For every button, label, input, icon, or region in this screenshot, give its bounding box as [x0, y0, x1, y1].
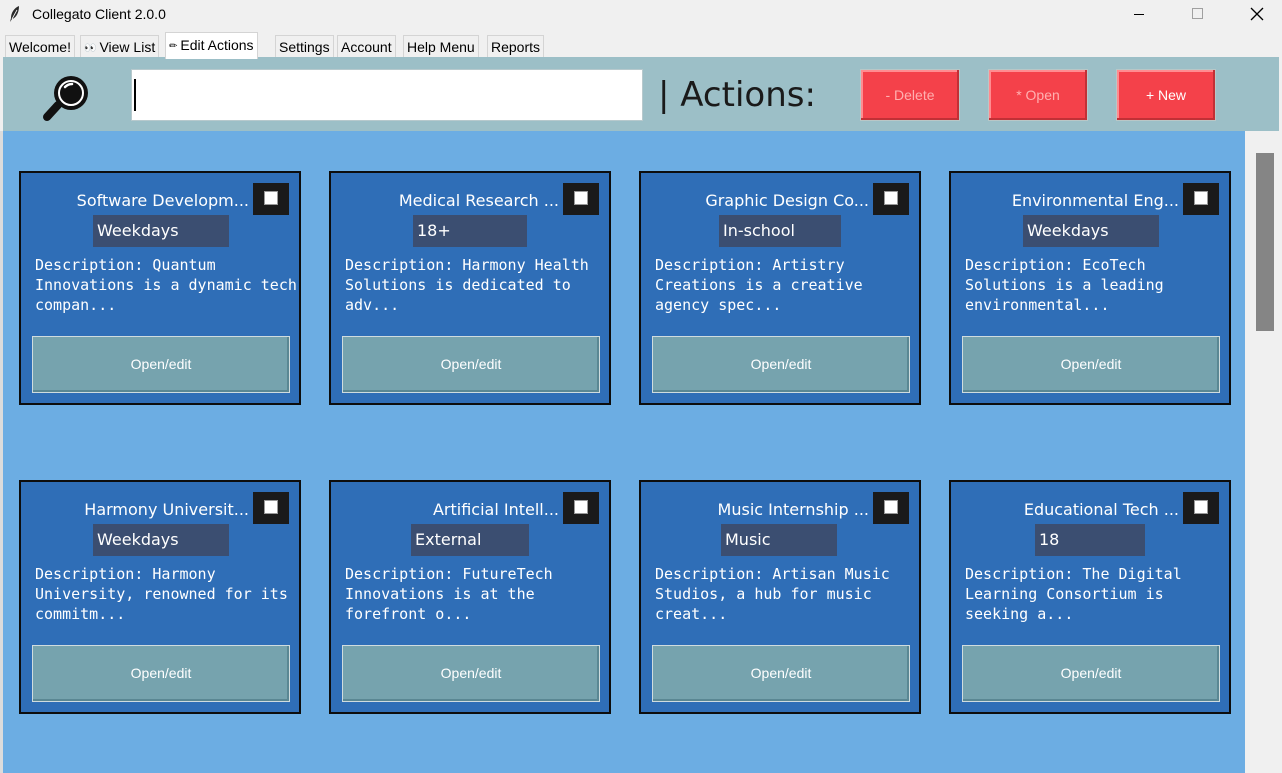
tab-account[interactable]: Account [337, 35, 396, 58]
card-description: Description: The Digital Learning Consor… [965, 565, 1182, 623]
tab-view-list[interactable]: 👀 View List [80, 35, 160, 58]
card-tag: Music [721, 524, 837, 556]
search-input[interactable] [131, 69, 643, 121]
tab-label: Account [341, 39, 392, 55]
card-title: Artificial Intell... [432, 500, 559, 519]
open-edit-button[interactable]: Open/edit [652, 645, 910, 702]
card-title: Environmental Eng... [1011, 191, 1179, 210]
card-checkbox[interactable] [563, 492, 599, 524]
tab-label: Help Menu [407, 39, 475, 55]
card-title: Software Developm... [76, 191, 249, 210]
checkbox-box [884, 500, 898, 514]
card-description: Description: EcoTech Solutions is a lead… [965, 256, 1164, 314]
eyes-icon: 👀 [84, 43, 97, 54]
action-card: Harmony Universit... Weekdays Descriptio… [19, 480, 301, 714]
card-tag: In-school [719, 215, 841, 247]
action-card: Artificial Intell... External Descriptio… [329, 480, 611, 714]
open-edit-button[interactable]: Open/edit [962, 645, 1220, 702]
card-tag: 18+ [413, 215, 527, 247]
feather-icon [10, 6, 19, 22]
checkbox-box [884, 191, 898, 205]
card-checkbox[interactable] [1183, 492, 1219, 524]
open-button[interactable]: * Open [988, 69, 1088, 121]
card-title: Music Internship ... [717, 500, 869, 519]
card-tag: Weekdays [93, 524, 229, 556]
card-title: Graphic Design Co... [705, 191, 869, 210]
tab-label: Welcome! [9, 39, 71, 55]
action-card: Educational Tech ... 18 Description: The… [949, 480, 1231, 714]
tab-edit-actions[interactable]: ✏ Edit Actions [165, 32, 258, 59]
card-checkbox[interactable] [253, 183, 289, 215]
open-edit-button[interactable]: Open/edit [962, 336, 1220, 393]
card-title: Harmony Universit... [84, 500, 249, 519]
maximize-icon [1192, 8, 1203, 19]
window-title: Collegato Client 2.0.0 [32, 6, 166, 22]
tab-label: Reports [491, 39, 541, 55]
checkbox-box [264, 500, 278, 514]
card-checkbox[interactable] [873, 492, 909, 524]
action-card: Music Internship ... Music Description: … [639, 480, 921, 714]
action-card: Graphic Design Co... In-school Descripti… [639, 171, 921, 405]
card-checkbox[interactable] [253, 492, 289, 524]
card-description: Description: Harmony Health Solutions is… [345, 256, 589, 314]
card-title: Educational Tech ... [1023, 500, 1179, 519]
card-tag: Weekdays [93, 215, 229, 247]
tab-help-menu[interactable]: Help Menu [403, 35, 479, 58]
tab-label: Settings [279, 39, 330, 55]
tab-bar: Welcome! 👀 View List ✏ Edit Actions Settin… [0, 30, 1282, 59]
vertical-scrollbar[interactable] [1246, 131, 1282, 773]
minimize-button[interactable] [1116, 0, 1162, 30]
close-button[interactable] [1234, 0, 1280, 30]
tab-label: View List [99, 39, 156, 55]
checkbox-box [1194, 191, 1208, 205]
pencil-icon: ✏ [169, 41, 178, 52]
tab-reports[interactable]: Reports [487, 35, 545, 58]
open-edit-button[interactable]: Open/edit [342, 645, 600, 702]
action-card: Medical Research ... 18+ Description: Ha… [329, 171, 611, 405]
delete-button[interactable]: - Delete [860, 69, 960, 121]
tab-label: Edit Actions [180, 37, 254, 53]
checkbox-box [1194, 500, 1208, 514]
action-card: Environmental Eng... Weekdays Descriptio… [949, 171, 1231, 405]
magnifier-icon[interactable] [41, 71, 97, 127]
text-caret [134, 79, 136, 111]
checkbox-box [574, 191, 588, 205]
checkbox-box [574, 500, 588, 514]
card-description: Description: Quantum Innovations is a dy… [35, 256, 297, 314]
maximize-button[interactable] [1174, 0, 1220, 30]
card-tag: External [411, 524, 529, 556]
card-checkbox[interactable] [1183, 183, 1219, 215]
card-tag: 18 [1035, 524, 1145, 556]
tab-settings[interactable]: Settings [275, 35, 334, 58]
card-title: Medical Research ... [398, 191, 559, 210]
open-edit-button[interactable]: Open/edit [32, 336, 290, 393]
minimize-icon [1134, 14, 1144, 15]
actions-label: | Actions: [658, 75, 816, 115]
close-icon [1250, 7, 1264, 21]
actions-toolbar: | Actions: - Delete * Open + New [3, 57, 1279, 131]
cards-canvas: Software Developm... Weekdays Descriptio… [3, 131, 1245, 773]
open-edit-button[interactable]: Open/edit [32, 645, 290, 702]
card-description: Description: FutureTech Innovations is a… [345, 565, 553, 623]
open-edit-button[interactable]: Open/edit [652, 336, 910, 393]
open-edit-button[interactable]: Open/edit [342, 336, 600, 393]
card-tag: Weekdays [1023, 215, 1159, 247]
card-description: Description: Artistry Creations is a cre… [655, 256, 863, 314]
tab-welcome[interactable]: Welcome! [5, 35, 75, 58]
card-description: Description: Harmony University, renowne… [35, 565, 288, 623]
title-bar: Collegato Client 2.0.0 [0, 0, 1282, 30]
card-checkbox[interactable] [563, 183, 599, 215]
scrollbar-thumb[interactable] [1256, 153, 1274, 331]
checkbox-box [264, 191, 278, 205]
new-button[interactable]: + New [1116, 69, 1216, 121]
action-card: Software Developm... Weekdays Descriptio… [19, 171, 301, 405]
card-description: Description: Artisan Music Studios, a hu… [655, 565, 890, 623]
card-checkbox[interactable] [873, 183, 909, 215]
